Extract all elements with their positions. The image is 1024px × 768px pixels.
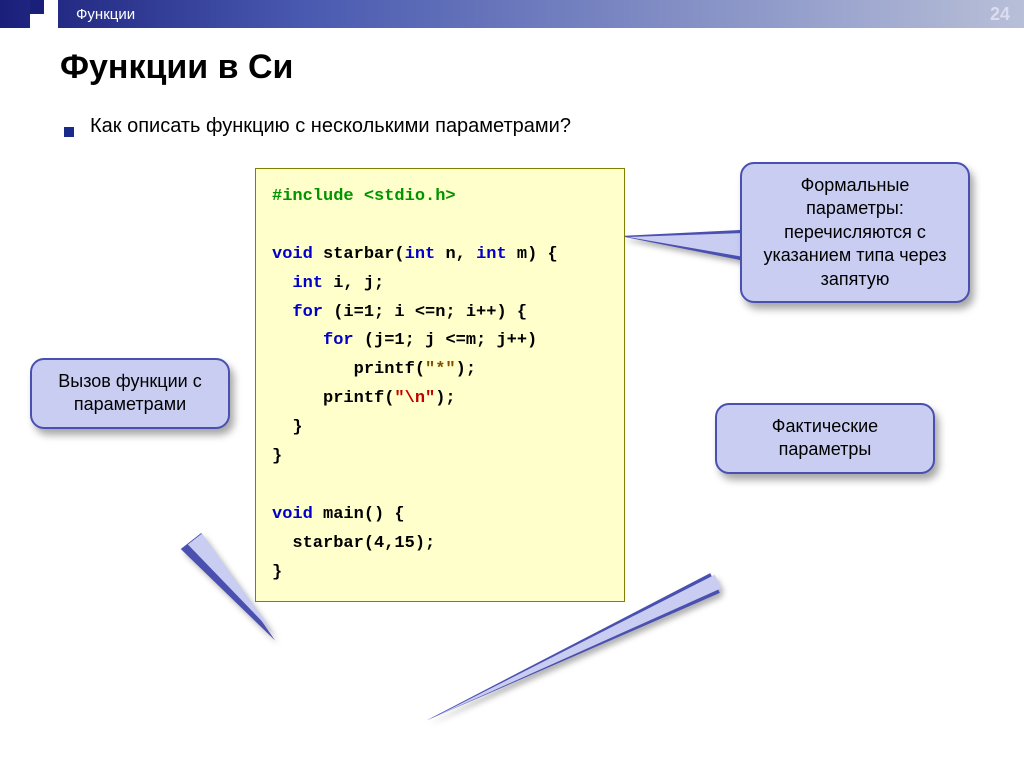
code-box: #include <stdio.h> void starbar(int n, i… (255, 168, 625, 602)
slide-content: Функции в Си Как описать функцию с неско… (0, 28, 1024, 688)
bullet-square-icon (64, 127, 74, 137)
callout-function-call: Вызов функции с параметрами (30, 358, 230, 429)
header-bar: Функции (0, 0, 1024, 28)
page-number: 24 (990, 4, 1010, 25)
bullet-item: Как описать функцию с несколькими параме… (64, 115, 974, 138)
header-section-label: Функции (76, 6, 135, 23)
header-logo-icon (30, 0, 58, 28)
code-include: #include <stdio.h> (272, 187, 456, 206)
bullet-text: Как описать функцию с несколькими параме… (90, 115, 571, 138)
page-title: Функции в Си (60, 48, 974, 87)
callout-formal-params: Формальные параметры: перечисляются с ук… (740, 162, 970, 303)
callout-actual-params: Фактические параметры (715, 403, 935, 474)
diagram-stage: #include <stdio.h> void starbar(int n, i… (60, 168, 974, 688)
